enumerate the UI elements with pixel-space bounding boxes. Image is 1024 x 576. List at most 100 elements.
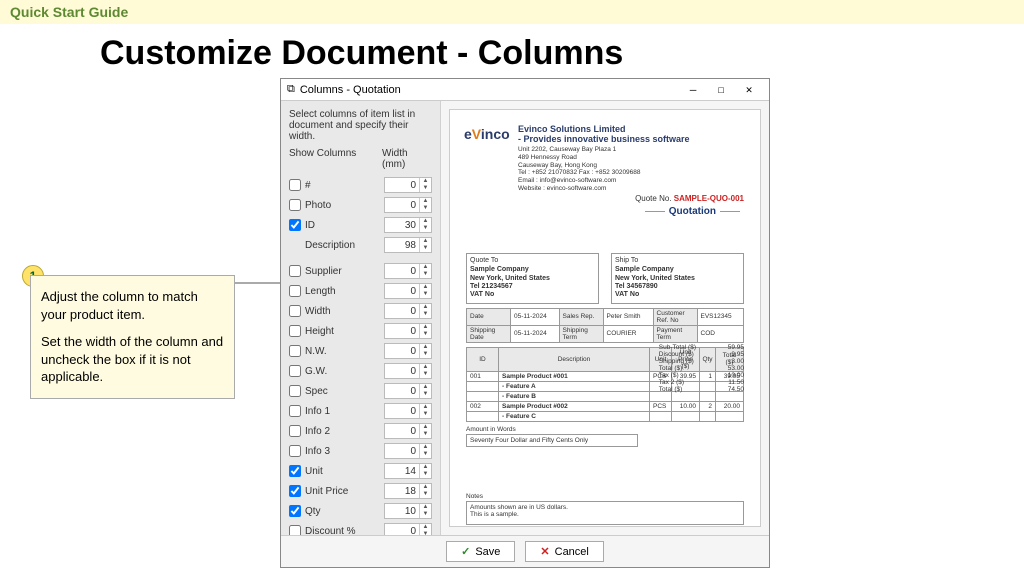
chevron-up-icon[interactable]: ▲ bbox=[420, 304, 431, 311]
width-spinner[interactable]: 0▲▼ bbox=[384, 363, 432, 379]
width-spinner[interactable]: 0▲▼ bbox=[384, 197, 432, 213]
width-spinner[interactable]: 18▲▼ bbox=[384, 483, 432, 499]
column-row: Info 20▲▼ bbox=[289, 422, 432, 440]
column-label: Info 1 bbox=[305, 406, 384, 417]
chevron-up-icon[interactable]: ▲ bbox=[420, 324, 431, 331]
column-checkbox[interactable] bbox=[289, 345, 301, 357]
chevron-up-icon[interactable]: ▲ bbox=[420, 444, 431, 451]
save-button[interactable]: ✓Save bbox=[446, 541, 515, 562]
column-checkbox[interactable] bbox=[289, 199, 301, 211]
chevron-up-icon[interactable]: ▲ bbox=[420, 178, 431, 185]
column-row: Discount %0▲▼ bbox=[289, 522, 432, 535]
width-spinner[interactable]: 30▲▼ bbox=[384, 217, 432, 233]
width-spinner[interactable]: 0▲▼ bbox=[384, 423, 432, 439]
quote-no: SAMPLE-QUO-001 bbox=[674, 194, 744, 203]
chevron-up-icon[interactable]: ▲ bbox=[420, 284, 431, 291]
chevron-up-icon[interactable]: ▲ bbox=[420, 424, 431, 431]
chevron-up-icon[interactable]: ▲ bbox=[420, 238, 431, 245]
chevron-down-icon[interactable]: ▼ bbox=[420, 391, 431, 398]
chevron-down-icon[interactable]: ▼ bbox=[420, 291, 431, 298]
width-spinner[interactable]: 0▲▼ bbox=[384, 323, 432, 339]
column-row: Spec0▲▼ bbox=[289, 382, 432, 400]
meta-table: Date05-11-2024 Sales Rep.Peter Smith Cus… bbox=[466, 308, 744, 343]
chevron-down-icon[interactable]: ▼ bbox=[420, 411, 431, 418]
width-spinner[interactable]: 0▲▼ bbox=[384, 443, 432, 459]
chevron-up-icon[interactable]: ▲ bbox=[420, 384, 431, 391]
column-checkbox[interactable] bbox=[289, 485, 301, 497]
chevron-up-icon[interactable]: ▲ bbox=[420, 524, 431, 531]
chevron-up-icon[interactable]: ▲ bbox=[420, 504, 431, 511]
width-spinner[interactable]: 98▲▼ bbox=[384, 237, 432, 253]
column-label: Description bbox=[305, 240, 384, 251]
chevron-down-icon[interactable]: ▼ bbox=[420, 471, 431, 478]
column-label: ID bbox=[305, 220, 384, 231]
width-spinner[interactable]: 0▲▼ bbox=[384, 403, 432, 419]
column-checkbox[interactable] bbox=[289, 365, 301, 377]
column-checkbox[interactable] bbox=[289, 445, 301, 457]
column-row: Width0▲▼ bbox=[289, 302, 432, 320]
column-checkbox[interactable] bbox=[289, 405, 301, 417]
column-row: #0▲▼ bbox=[289, 176, 432, 194]
chevron-up-icon[interactable]: ▲ bbox=[420, 218, 431, 225]
column-checkbox[interactable] bbox=[289, 219, 301, 231]
width-spinner[interactable]: 14▲▼ bbox=[384, 463, 432, 479]
column-label: Supplier bbox=[305, 266, 384, 277]
width-spinner[interactable]: 10▲▼ bbox=[384, 503, 432, 519]
cancel-button[interactable]: ✕Cancel bbox=[525, 541, 603, 562]
close-button[interactable]: ✕ bbox=[735, 83, 763, 96]
column-label: Unit bbox=[305, 466, 384, 477]
chevron-down-icon[interactable]: ▼ bbox=[420, 271, 431, 278]
chevron-up-icon[interactable]: ▲ bbox=[420, 344, 431, 351]
column-checkbox[interactable] bbox=[289, 465, 301, 477]
chevron-up-icon[interactable]: ▲ bbox=[420, 404, 431, 411]
column-row: Length0▲▼ bbox=[289, 282, 432, 300]
column-checkbox[interactable] bbox=[289, 525, 301, 535]
company-name: Evinco Solutions Limited bbox=[518, 124, 744, 134]
chevron-down-icon[interactable]: ▼ bbox=[420, 245, 431, 252]
chevron-down-icon[interactable]: ▼ bbox=[420, 331, 431, 338]
totals: Sub-Total ($)59.95 Discount ($)9.95 Ship… bbox=[659, 344, 744, 393]
column-checkbox[interactable] bbox=[289, 285, 301, 297]
column-checkbox[interactable] bbox=[289, 179, 301, 191]
chevron-up-icon[interactable]: ▲ bbox=[420, 464, 431, 471]
width-spinner[interactable]: 0▲▼ bbox=[384, 303, 432, 319]
column-label: Spec bbox=[305, 386, 384, 397]
chevron-down-icon[interactable]: ▼ bbox=[420, 205, 431, 212]
chevron-down-icon[interactable]: ▼ bbox=[420, 371, 431, 378]
chevron-down-icon[interactable]: ▼ bbox=[420, 511, 431, 518]
column-row: Info 10▲▼ bbox=[289, 402, 432, 420]
chevron-down-icon[interactable]: ▼ bbox=[420, 185, 431, 192]
column-checkbox[interactable] bbox=[289, 425, 301, 437]
column-row: N.W.0▲▼ bbox=[289, 342, 432, 360]
chevron-up-icon[interactable]: ▲ bbox=[420, 264, 431, 271]
column-checkbox[interactable] bbox=[289, 305, 301, 317]
width-spinner[interactable]: 0▲▼ bbox=[384, 177, 432, 193]
chevron-down-icon[interactable]: ▼ bbox=[420, 311, 431, 318]
column-label: Length bbox=[305, 286, 384, 297]
width-spinner[interactable]: 0▲▼ bbox=[384, 523, 432, 535]
column-checkbox[interactable] bbox=[289, 265, 301, 277]
column-row: Height0▲▼ bbox=[289, 322, 432, 340]
width-spinner[interactable]: 0▲▼ bbox=[384, 283, 432, 299]
dialog-footer: ✓Save ✕Cancel bbox=[281, 535, 769, 567]
chevron-down-icon[interactable]: ▼ bbox=[420, 451, 431, 458]
minimize-button[interactable]: — bbox=[679, 83, 707, 96]
chevron-down-icon[interactable]: ▼ bbox=[420, 351, 431, 358]
column-checkbox[interactable] bbox=[289, 385, 301, 397]
column-checkbox[interactable] bbox=[289, 325, 301, 337]
column-checkbox[interactable] bbox=[289, 505, 301, 517]
chevron-down-icon[interactable]: ▼ bbox=[420, 431, 431, 438]
chevron-down-icon[interactable]: ▼ bbox=[420, 225, 431, 232]
company-tagline: - Provides innovative business software bbox=[518, 134, 744, 144]
width-spinner[interactable]: 0▲▼ bbox=[384, 383, 432, 399]
doc-type: Quotation bbox=[641, 206, 744, 217]
window-icon: ⧉ bbox=[287, 83, 295, 96]
chevron-up-icon[interactable]: ▲ bbox=[420, 198, 431, 205]
chevron-up-icon[interactable]: ▲ bbox=[420, 364, 431, 371]
chevron-down-icon[interactable]: ▼ bbox=[420, 491, 431, 498]
column-row: Unit Price18▲▼ bbox=[289, 482, 432, 500]
width-spinner[interactable]: 0▲▼ bbox=[384, 343, 432, 359]
maximize-button[interactable]: ☐ bbox=[707, 83, 735, 96]
chevron-up-icon[interactable]: ▲ bbox=[420, 484, 431, 491]
width-spinner[interactable]: 0▲▼ bbox=[384, 263, 432, 279]
